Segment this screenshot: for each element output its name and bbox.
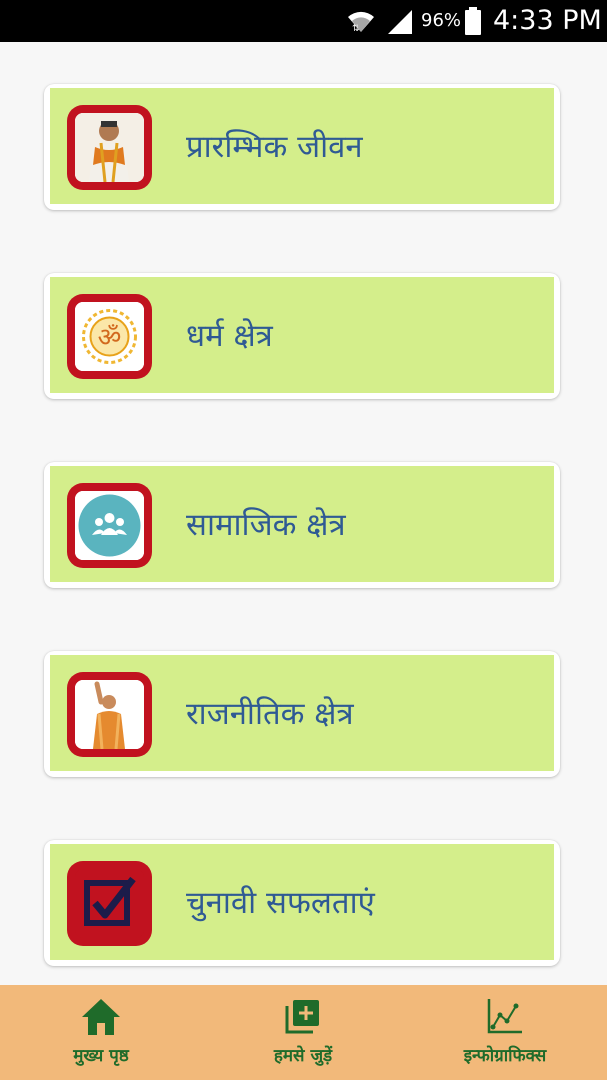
battery-percent: 96% [421,10,462,31]
battery-icon [465,7,481,35]
menu-card-label: धर्म क्षेत्र [186,318,273,354]
bottom-navigation: मुख्य पृष्ठ हमसे जुड़ें इन्फोग्राफिक्स [0,985,607,1080]
cell-signal-icon [388,10,412,34]
card-background: राजनीतिक क्षेत्र [50,655,554,771]
waving-leader-photo-icon [67,672,152,757]
menu-card-religion[interactable]: ॐ धर्म क्षेत्र [44,273,560,399]
menu-card-label: प्रारम्भिक जीवन [186,129,363,165]
menu-card-label: सामाजिक क्षेत्र [186,507,346,543]
nav-label: इन्फोग्राफिक्स [463,1046,547,1066]
menu-card-social[interactable]: सामाजिक क्षेत्र [44,462,560,588]
checkbox-tick-icon [67,861,152,946]
home-icon [82,999,120,1035]
svg-text:ॐ: ॐ [98,323,122,353]
status-clock: 4:33 PM [493,5,602,36]
nav-item-infographics[interactable]: इन्फोग्राफिक्स [404,985,606,1080]
card-background: प्रारम्भिक जीवन [50,88,554,204]
menu-card-political[interactable]: राजनीतिक क्षेत्र [44,651,560,777]
portrait-photo-icon [67,105,152,190]
svg-text:⇅: ⇅ [352,24,360,34]
menu-card-label: चुनावी सफलताएं [186,885,375,921]
card-background: चुनावी सफलताएं [50,844,554,960]
om-symbol-icon: ॐ [67,294,152,379]
menu-list: प्रारम्भिक जीवन ॐ धर्म क्षेत्र सामाजिक क… [0,42,607,985]
card-background: सामाजिक क्षेत्र [50,466,554,582]
people-group-icon [67,483,152,568]
add-box-icon [285,1000,319,1034]
menu-card-election[interactable]: चुनावी सफलताएं [44,840,560,966]
menu-card-early-life[interactable]: प्रारम्भिक जीवन [44,84,560,210]
nav-item-home[interactable]: मुख्य पृष्ठ [0,985,202,1080]
menu-card-label: राजनीतिक क्षेत्र [186,696,354,732]
wifi-icon: ⇅ [348,11,374,34]
card-background: ॐ धर्म क्षेत्र [50,277,554,393]
status-bar: ⇅ 96% 4:33 PM [0,0,607,42]
nav-label: हमसे जुड़ें [273,1046,333,1066]
nav-label: मुख्य पृष्ठ [73,1046,129,1066]
nav-item-connect[interactable]: हमसे जुड़ें [202,985,404,1080]
line-chart-icon [487,999,522,1034]
